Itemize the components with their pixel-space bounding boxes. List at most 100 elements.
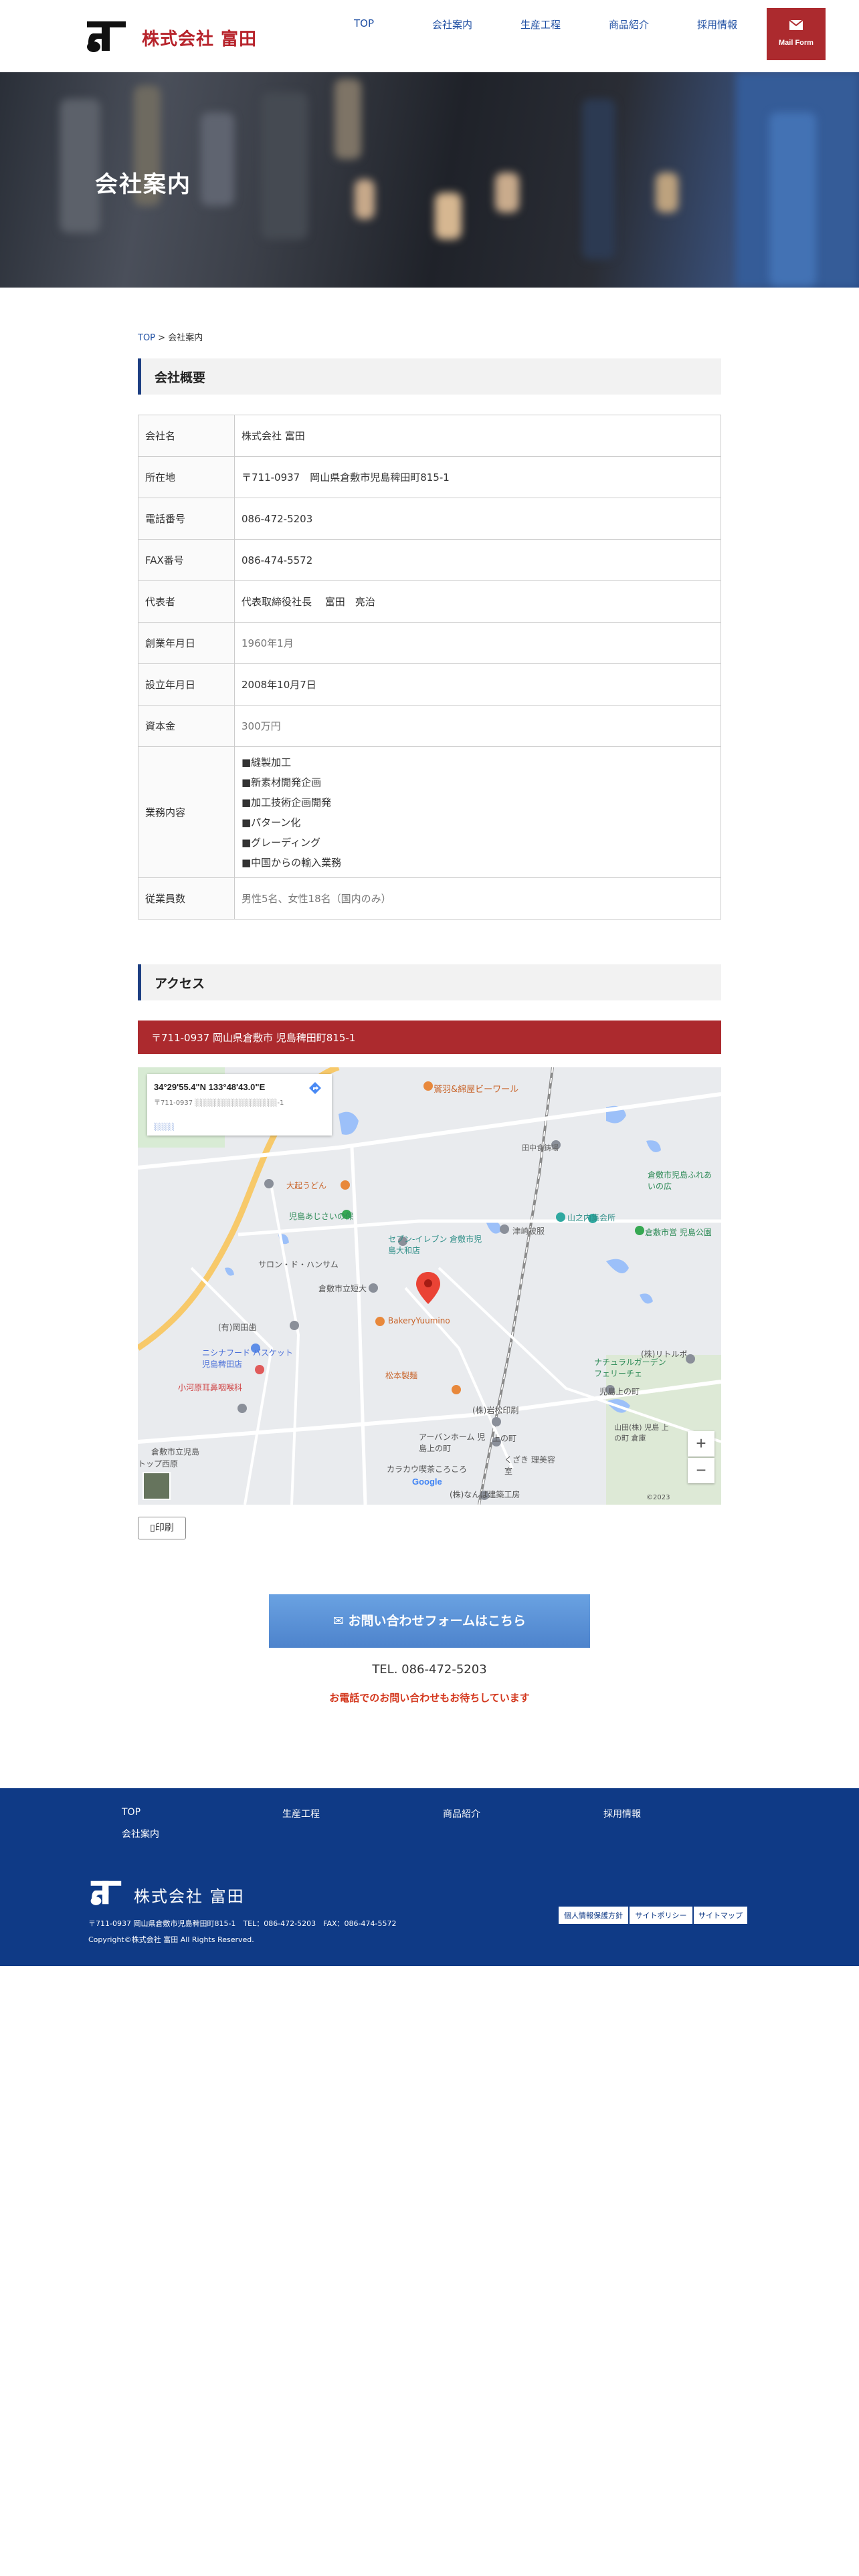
map-label: 倉敷市営 児島公園 [645, 1228, 712, 1237]
mail-form-button[interactable]: Mail Form [767, 8, 826, 60]
nav-company[interactable]: 会社案内 [408, 17, 496, 31]
business-item: ■グレーディング [242, 836, 321, 849]
nav-top[interactable]: TOP [320, 17, 408, 29]
nav-production[interactable]: 生産工程 [496, 17, 585, 31]
row-value: 086-474-5572 [234, 539, 721, 581]
table-row: 電話番号 086-472-5203 [138, 498, 721, 540]
map-copyright: ©2023 [646, 1494, 670, 1501]
table-row: 従業員数 男性5名、女性18名（国内のみ） [138, 877, 721, 920]
map-label: (株)岩松印刷 [472, 1406, 519, 1415]
map-pin-icon[interactable] [416, 1272, 440, 1304]
footer-nav-recruit[interactable]: 採用情報 [603, 1807, 641, 1820]
footer-nav-company[interactable]: 会社案内 [122, 1827, 159, 1840]
contact-form-button[interactable]: ✉ お問い合わせフォームはこちら [269, 1594, 590, 1648]
map-label: (有)岡田歯 [218, 1323, 257, 1332]
map-label: 松本製麺 [385, 1371, 418, 1380]
directions-icon[interactable] [308, 1081, 322, 1095]
footer-link-privacy[interactable]: 個人情報保護方針 [558, 1906, 629, 1925]
map-label: 田中食鋳場 [522, 1144, 559, 1152]
map-label: 倉敷市児島ふれあいの広 [648, 1170, 712, 1191]
footer-address: 〒711-0937 岡山県倉敷市児島稗田町815-1 TEL：086-472-5… [88, 1919, 397, 1928]
page-title: 会社案内 [95, 171, 191, 198]
map-info-card: 34°29'55.4"N 133°48'43.0"E 〒711-0937 ░░░… [147, 1074, 332, 1136]
google-map[interactable]: 鷲羽&綿屋ビーワール 公園 田中食鋳場 倉敷市児島ふれあいの広 倉敷市営 児島公… [138, 1067, 721, 1505]
map-label: 児島上の町 [599, 1387, 640, 1396]
map-label: (株)リトルボ [641, 1350, 688, 1359]
company-name: 株式会社 富田 [142, 29, 258, 49]
footer-link-policy[interactable]: サイトポリシー [629, 1906, 693, 1925]
row-label: 会社名 [138, 415, 235, 457]
address-bar: 〒711-0937 岡山県倉敷市 児島稗田町815-1 [138, 1021, 721, 1054]
row-value: 300万円 [234, 705, 721, 747]
footer-nav-top[interactable]: TOP [122, 1807, 140, 1818]
map-label: (株)なんば建築工房 [450, 1490, 520, 1499]
row-value: 代表取締役社長 富田 亮治 [234, 580, 721, 623]
map-label: 倉敷市立児島 [151, 1447, 200, 1457]
site-header: 株式会社 富田 TOP 会社案内 生産工程 商品紹介 採用情報 Mail For… [0, 0, 859, 72]
row-label: 電話番号 [138, 498, 235, 540]
map-coords: 34°29'55.4"N 133°48'43.0"E [154, 1082, 266, 1092]
business-item: ■新素材開発企画 [242, 776, 322, 788]
footer-company-name: 株式会社 富田 [134, 1887, 245, 1906]
table-row: 設立年月日 2008年10月7日 [138, 663, 721, 706]
access-heading: アクセス [138, 964, 721, 1000]
business-item: ■中国からの輸入業務 [242, 856, 342, 869]
map-label: サロン・ド・ハンサム [258, 1260, 339, 1269]
footer-copyright: Copyright©株式会社 富田 All Rights Reserved. [88, 1935, 254, 1944]
map-label: 津崎被服 [512, 1226, 545, 1236]
row-value: 1960年1月 [234, 622, 721, 664]
tomita-logo-icon [90, 1881, 122, 1905]
mail-form-label: Mail Form [779, 39, 814, 47]
print-icon: ▯ [150, 1523, 155, 1533]
table-row: 資本金 300万円 [138, 705, 721, 747]
company-info-table: 会社名 株式会社 富田 所在地 〒711-0937 岡山県倉敷市児島稗田町815… [138, 415, 721, 920]
map-label: 鷲羽&綿屋ビーワール [434, 1085, 519, 1095]
map-label: BakeryYuumino [388, 1316, 450, 1325]
map-label: 児島あじさいの保 [289, 1212, 354, 1221]
nav-products[interactable]: 商品紹介 [585, 17, 673, 31]
map-label: セブン-イレブン 倉敷市児島大和店 [388, 1235, 482, 1255]
business-item: ■パターン化 [242, 816, 301, 829]
footer-nav-products[interactable]: 商品紹介 [443, 1807, 480, 1820]
row-label: 従業員数 [138, 877, 235, 920]
map-label: 山之内集会所 [567, 1213, 616, 1222]
breadcrumb: TOP > 会社案内 [138, 330, 203, 343]
breadcrumb-home[interactable]: TOP [138, 333, 155, 343]
nav-recruit[interactable]: 採用情報 [673, 17, 761, 31]
print-button[interactable]: ▯印刷 [138, 1517, 186, 1539]
map-label: アーバンホーム 児島上の町 [419, 1432, 486, 1453]
google-logo: Google [412, 1477, 442, 1487]
table-row: 会社名 株式会社 富田 [138, 415, 721, 457]
table-row: 業務内容 ■縫製加工 ■新素材開発企画 ■加工技術企画開発 ■パターン化 ■グレ… [138, 746, 721, 878]
table-row: 代表者 代表取締役社長 富田 亮治 [138, 580, 721, 623]
footer-link-sitemap[interactable]: サイトマップ [693, 1906, 748, 1925]
footer-nav-production[interactable]: 生産工程 [282, 1807, 320, 1820]
map-label: トップ西原 [138, 1459, 179, 1469]
zoom-in-button[interactable]: + [688, 1431, 714, 1457]
business-item: ■加工技術企画開発 [242, 796, 332, 809]
row-label: 設立年月日 [138, 663, 235, 706]
map-label: 山田(株) 児島 上の町 倉庫 [614, 1423, 669, 1442]
global-nav: TOP 会社案内 生産工程 商品紹介 採用情報 [320, 17, 748, 33]
row-label: 資本金 [138, 705, 235, 747]
row-value: 〒711-0937 岡山県倉敷市児島稗田町815-1 [234, 456, 721, 498]
overview-heading-text: 会社概要 [155, 370, 206, 385]
row-value-list: ■縫製加工 ■新素材開発企画 ■加工技術企画開発 ■パターン化 ■グレーディング… [234, 746, 721, 878]
zoom-out-button[interactable]: − [688, 1458, 714, 1483]
map-label: 大起うどん [286, 1181, 327, 1190]
row-label: 創業年月日 [138, 622, 235, 664]
map-label: 上の町 [492, 1434, 517, 1443]
map-larger-link[interactable]: ░░░░ [154, 1123, 175, 1131]
table-row: FAX番号 086-474-5572 [138, 539, 721, 581]
row-label: FAX番号 [138, 539, 235, 581]
mail-icon [789, 20, 803, 30]
mail-icon: ✉ [333, 1614, 349, 1628]
map-label: カラカウ喫茶ころころ [387, 1465, 468, 1474]
map-label: 倉敷市立短大 [318, 1284, 367, 1293]
map-label: くざき 理美容室 [504, 1455, 555, 1476]
overview-heading: 会社概要 [138, 358, 721, 395]
phone-number: TEL. 086-472-5203 [372, 1662, 487, 1677]
map-label: 小河原耳鼻咽喉科 [178, 1383, 243, 1392]
address-text: 〒711-0937 岡山県倉敷市 児島稗田町815-1 [151, 1032, 356, 1044]
site-logo[interactable]: 株式会社 富田 [84, 17, 265, 55]
